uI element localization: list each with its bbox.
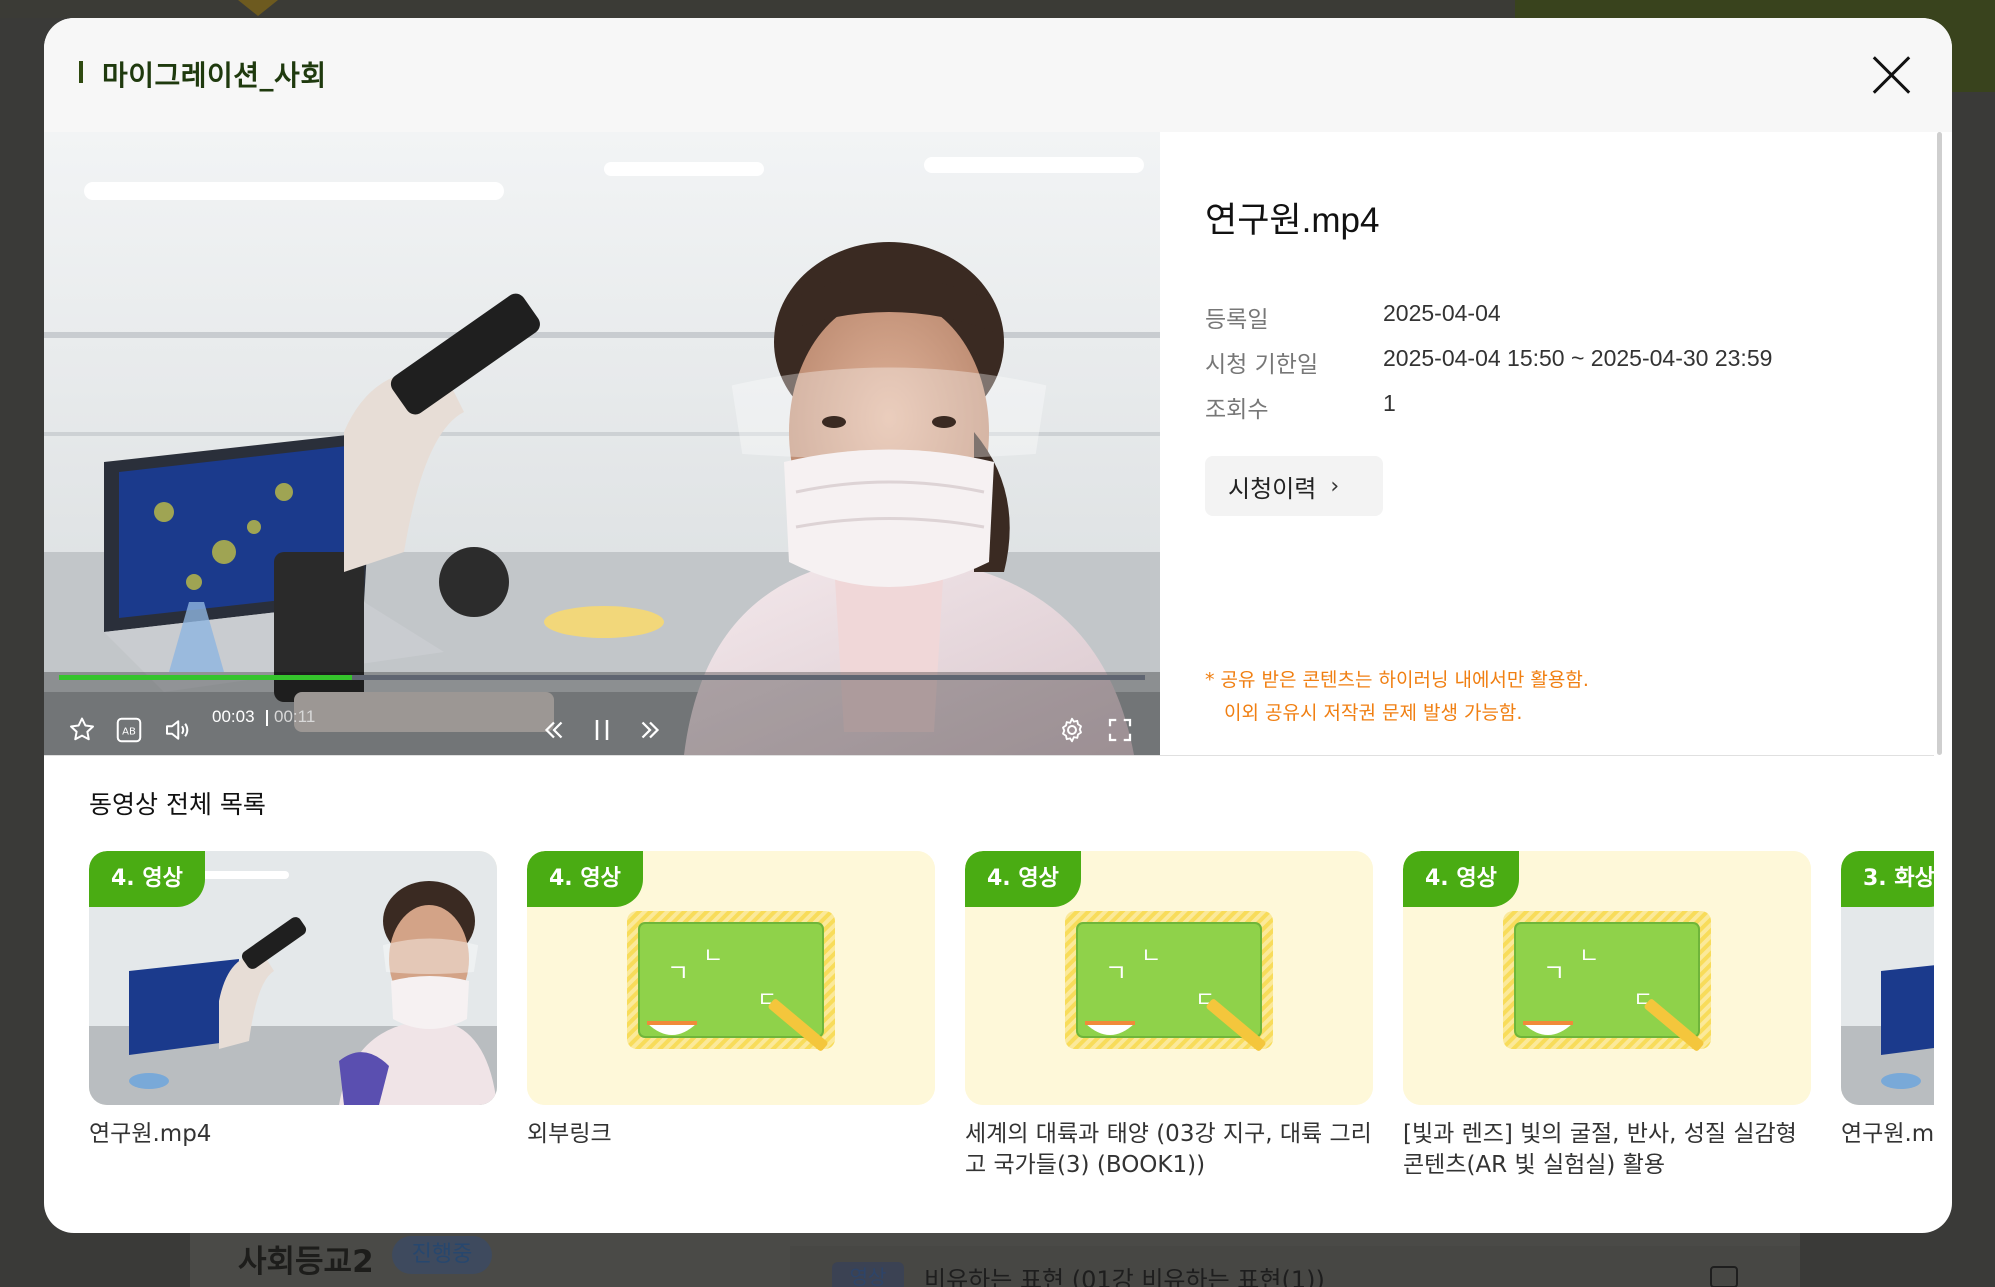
- svg-text:ㄱ: ㄱ: [1105, 959, 1127, 987]
- video-type-badge: 4. 영상: [89, 851, 205, 907]
- svg-text:AB: AB: [122, 726, 136, 737]
- video-info-panel: 연구원.mp4 등록일 2025-04-04 시청 기한일 2025-04-04…: [1160, 132, 1952, 755]
- fullscreen-icon: [1108, 718, 1132, 742]
- duration-time: 00:11: [274, 707, 316, 726]
- watch-history-label: 시청이력: [1228, 474, 1317, 503]
- video-card-title: 세계의 대륙과 태양 (03강 지구, 대륙 그리고 국가들(3) (BOOK1…: [965, 1121, 1372, 1178]
- bg-course-status: 진행중: [392, 1236, 492, 1274]
- info-scrollbar[interactable]: [1937, 132, 1942, 755]
- svg-text:ㄴ: ㄴ: [703, 944, 723, 969]
- video-card[interactable]: ㄱ ㄴ ㄷ 4. 영상세계의 대륙과 태양 (03강 지구, 대륙 그리고 국가…: [965, 851, 1373, 1181]
- forward-icon: [641, 721, 660, 739]
- forward-button[interactable]: [632, 712, 668, 748]
- svg-text:ㄴ: ㄴ: [1141, 944, 1161, 969]
- rewind-button[interactable]: [536, 712, 572, 748]
- subtitle-button[interactable]: AB: [111, 712, 147, 748]
- video-card[interactable]: 4. 영상연구원.mp4: [89, 851, 497, 1150]
- video-type-badge: 4. 영상: [1403, 851, 1519, 907]
- star-icon: [70, 717, 94, 741]
- registered-label: 등록일: [1205, 307, 1269, 333]
- settings-button[interactable]: [1054, 712, 1090, 748]
- settings-icon: [1062, 717, 1082, 743]
- section-divider: [44, 755, 1934, 756]
- bg-list-text: 비유하는 표현 (01강 비유하는 표현(1)): [924, 1266, 1325, 1287]
- video-card-title: [빛과 렌즈] 빛의 굴절, 반사, 성질 실감형 콘텐츠(AR 빛 실험실) …: [1403, 1121, 1797, 1178]
- video-card-title: 연구원.mp4: [89, 1121, 212, 1147]
- video-card[interactable]: ㄱ ㄴ ㄷ 4. 영상 [빛과 렌즈] 빛의 굴절, 반사, 성질 실감형 콘텐츠…: [1403, 851, 1811, 1181]
- video-thumbnail: ㄱ ㄴ ㄷ 4. 영상: [1403, 851, 1811, 1105]
- time-separator: [266, 710, 268, 726]
- progress-fill: [59, 675, 353, 680]
- views-label: 조회수: [1205, 397, 1269, 423]
- video-card-title: 연구원.m: [1841, 1121, 1934, 1147]
- volume-button[interactable]: [159, 712, 195, 748]
- video-card[interactable]: ㄱ ㄴ ㄷ 4. 영상외부링크: [527, 851, 935, 1150]
- period-label: 시청 기한일: [1205, 352, 1319, 378]
- bg-play-icon: [1710, 1266, 1738, 1287]
- volume-icon: [166, 720, 189, 740]
- copyright-notice-line2: 이외 공유시 저작권 문제 발생 가능함.: [1224, 702, 1523, 724]
- video-type-badge: 4. 영상: [965, 851, 1081, 907]
- video-card[interactable]: 3. 화상연구원.m: [1841, 851, 1934, 1150]
- video-player[interactable]: AB 00:03 00:11: [44, 132, 1160, 755]
- bg-list-tag: 영상: [832, 1262, 904, 1287]
- video-list-heading: 동영상 전체 목록: [89, 790, 266, 819]
- progress-bar[interactable]: [59, 675, 1145, 680]
- video-frame: [44, 132, 1160, 755]
- video-type-badge: 3. 화상: [1841, 851, 1934, 907]
- bg-course-title: 사회등교2: [238, 1244, 374, 1280]
- rewind-icon: [544, 721, 563, 739]
- video-card-title: 외부링크: [527, 1121, 612, 1147]
- video-modal: 마이그레이션_사회 AB 00:03 00:11 연구원.mp4 등록일 202…: [44, 18, 1952, 1233]
- video-type-badge: 4. 영상: [527, 851, 643, 907]
- favorite-button[interactable]: [64, 712, 100, 748]
- close-button[interactable]: [1870, 54, 1912, 96]
- chevron-right-icon: ›: [1330, 473, 1340, 499]
- pause-button[interactable]: [584, 712, 620, 748]
- svg-text:ㄱ: ㄱ: [1543, 959, 1565, 987]
- period-value: 2025-04-04 15:50 ~ 2025-04-30 23:59: [1383, 345, 1773, 371]
- modal-header: 마이그레이션_사회: [44, 18, 1952, 132]
- views-value: 1: [1383, 390, 1396, 416]
- video-card-list: 4. 영상 연구원.mp4 ㄱ ㄴ ㄷ 4. 영상 외부링크 ㄱ ㄴ ㄷ 4. …: [89, 851, 1934, 1221]
- registered-value: 2025-04-04: [1383, 300, 1501, 326]
- svg-text:ㄴ: ㄴ: [1579, 944, 1599, 969]
- video-list-section: 동영상 전체 목록 4. 영상 연구원.mp4 ㄱ ㄴ ㄷ 4. 영상 외부링크…: [44, 755, 1952, 1233]
- video-thumbnail: 3. 화상: [1841, 851, 1934, 1105]
- video-thumbnail: ㄱ ㄴ ㄷ 4. 영상: [527, 851, 935, 1105]
- svg-text:ㄱ: ㄱ: [667, 959, 689, 987]
- fullscreen-button[interactable]: [1102, 712, 1138, 748]
- copyright-notice-line1: * 공유 받은 콘텐츠는 하이러닝 내에서만 활용함.: [1205, 669, 1589, 691]
- subtitle-icon: AB: [116, 717, 142, 743]
- watch-history-button[interactable]: 시청이력 ›: [1205, 456, 1383, 516]
- current-time: 00:03: [212, 707, 255, 726]
- modal-title: 마이그레이션_사회: [102, 59, 327, 92]
- pause-icon: [595, 720, 609, 740]
- video-file-name: 연구원.mp4: [1205, 201, 1380, 240]
- title-bar-decoration: [79, 61, 83, 83]
- video-thumbnail: 4. 영상: [89, 851, 497, 1105]
- video-thumbnail: ㄱ ㄴ ㄷ 4. 영상: [965, 851, 1373, 1105]
